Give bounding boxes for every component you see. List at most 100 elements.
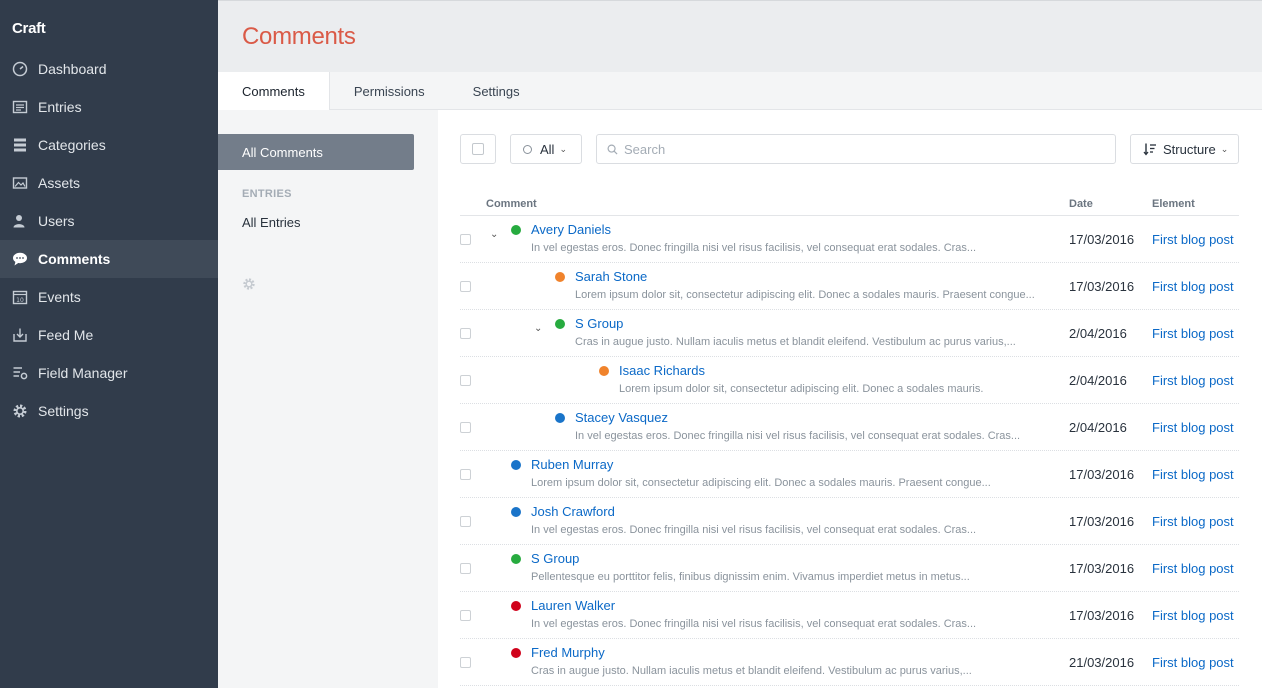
nav-item-comments[interactable]: Comments <box>0 240 218 278</box>
comment-date: 17/03/2016 <box>1069 279 1135 294</box>
table-row[interactable]: ⌄ S Group Cras in augue justo. Nullam iacu… <box>460 310 1239 357</box>
column-header-date[interactable]: Date <box>1069 198 1093 210</box>
table-row[interactable]: Josh Crawford In vel egestas eros. Donec … <box>460 498 1239 545</box>
source-sidebar: All Comments ENTRIES All Entries <box>218 110 438 688</box>
element-link[interactable]: First blog post <box>1152 232 1234 247</box>
nav-label: Feed Me <box>38 327 94 343</box>
brand-name[interactable]: Craft <box>12 20 46 37</box>
row-checkbox[interactable] <box>460 610 471 621</box>
comment-excerpt: Cras in augue justo. Nullam iaculis metu… <box>531 665 972 677</box>
tab-bar: Comments Permissions Settings <box>218 72 1262 111</box>
status-filter-menu[interactable]: All ⌄ <box>510 134 582 164</box>
comment-author-link[interactable]: Stacey Vasquez <box>575 410 668 425</box>
status-dot-icon <box>511 225 521 235</box>
comment-date: 17/03/2016 <box>1069 467 1135 482</box>
row-checkbox[interactable] <box>460 281 471 292</box>
table-row[interactable]: ⌄ Avery Daniels In vel egestas eros. Donec… <box>460 216 1239 263</box>
element-link[interactable]: First blog post <box>1152 655 1234 670</box>
element-link[interactable]: First blog post <box>1152 279 1234 294</box>
comment-excerpt: In vel egestas eros. Donec fringilla nis… <box>575 430 1021 442</box>
row-checkbox[interactable] <box>460 563 471 574</box>
element-link[interactable]: First blog post <box>1152 420 1234 435</box>
comment-excerpt: Lorem ipsum dolor sit, consectetur adipi… <box>619 383 984 395</box>
nav-item-feed-me[interactable]: Feed Me <box>0 316 218 354</box>
nav-label: Field Manager <box>38 365 128 381</box>
expand-toggle-chevron-icon[interactable]: ⌄ <box>490 229 498 240</box>
nav-item-field-manager[interactable]: Field Manager <box>0 354 218 392</box>
status-dot-icon <box>511 460 521 470</box>
source-all-comments[interactable]: All Comments <box>218 134 414 170</box>
row-checkbox[interactable] <box>460 328 471 339</box>
status-dot-icon <box>511 554 521 564</box>
page-title: Comments <box>242 23 356 50</box>
table-row[interactable]: Lauren Walker In vel egestas eros. Donec … <box>460 592 1239 639</box>
comment-author-link[interactable]: Josh Crawford <box>531 504 615 519</box>
entries-icon <box>12 99 28 115</box>
nav-label: Dashboard <box>38 61 107 77</box>
tab-permissions[interactable]: Permissions <box>330 72 449 110</box>
comment-author-link[interactable]: Fred Murphy <box>531 645 605 660</box>
table-row[interactable]: Sarah Stone Lorem ipsum dolor sit, consec… <box>460 263 1239 310</box>
nav-item-settings[interactable]: Settings <box>0 392 218 430</box>
tab-comments[interactable]: Comments <box>218 72 330 111</box>
element-link[interactable]: First blog post <box>1152 608 1234 623</box>
nav-item-entries[interactable]: Entries <box>0 88 218 126</box>
table-row[interactable]: Fred Murphy Cras in augue justo. Nullam i… <box>460 639 1239 686</box>
comment-author-link[interactable]: Lauren Walker <box>531 598 615 613</box>
comment-date: 17/03/2016 <box>1069 232 1135 247</box>
element-link[interactable]: First blog post <box>1152 373 1234 388</box>
sort-label: Structure <box>1163 141 1216 157</box>
toolbar: All ⌄ Structure ⌄ <box>460 134 1240 164</box>
search-box <box>596 134 1116 164</box>
row-checkbox[interactable] <box>460 469 471 480</box>
comment-excerpt: In vel egestas eros. Donec fringilla nis… <box>531 242 977 254</box>
page-header: Comments <box>218 0 1262 72</box>
comment-author-link[interactable]: Avery Daniels <box>531 222 611 237</box>
table-header: Comment Date Element <box>460 192 1239 216</box>
sort-menu[interactable]: Structure ⌄ <box>1130 134 1239 164</box>
expand-toggle-chevron-icon[interactable]: ⌄ <box>534 323 542 334</box>
comment-date: 21/03/2016 <box>1069 655 1135 670</box>
element-link[interactable]: First blog post <box>1152 561 1234 576</box>
nav-item-dashboard[interactable]: Dashboard <box>0 50 218 88</box>
column-header-element[interactable]: Element <box>1152 198 1195 210</box>
row-checkbox[interactable] <box>460 375 471 386</box>
table-row[interactable]: S Group Pellentesque eu porttitor felis, … <box>460 545 1239 592</box>
element-link[interactable]: First blog post <box>1152 467 1234 482</box>
column-header-comment[interactable]: Comment <box>486 198 537 210</box>
main-nav: Dashboard Entries Categories Assets User… <box>0 50 218 430</box>
comment-date: 2/04/2016 <box>1069 326 1127 341</box>
row-checkbox[interactable] <box>460 516 471 527</box>
comments-table: Comment Date Element ⌄ Avery Daniels In ve… <box>460 192 1239 686</box>
element-link[interactable]: First blog post <box>1152 326 1234 341</box>
tab-settings[interactable]: Settings <box>449 72 544 110</box>
events-icon: 10 <box>12 289 28 305</box>
table-row[interactable]: Stacey Vasquez In vel egestas eros. Donec… <box>460 404 1239 451</box>
comment-author-link[interactable]: Sarah Stone <box>575 269 647 284</box>
source-settings-gear-icon[interactable] <box>242 277 256 291</box>
source-all-entries[interactable]: All Entries <box>218 204 414 240</box>
select-all-checkbox[interactable] <box>460 134 496 164</box>
row-checkbox[interactable] <box>460 422 471 433</box>
comment-excerpt: In vel egestas eros. Donec fringilla nis… <box>531 618 977 630</box>
comment-date: 2/04/2016 <box>1069 420 1127 435</box>
search-input[interactable] <box>624 141 1104 157</box>
comments-icon <box>12 251 28 267</box>
table-row[interactable]: Ruben Murray Lorem ipsum dolor sit, conse… <box>460 451 1239 498</box>
comment-date: 17/03/2016 <box>1069 561 1135 576</box>
chevron-down-icon: ⌄ <box>559 143 567 154</box>
element-link[interactable]: First blog post <box>1152 514 1234 529</box>
nav-item-assets[interactable]: Assets <box>0 164 218 202</box>
comment-author-link[interactable]: S Group <box>531 551 579 566</box>
sidebar: Craft Dashboard Entries Categories Asset… <box>0 0 218 688</box>
nav-item-categories[interactable]: Categories <box>0 126 218 164</box>
nav-item-events[interactable]: 10 Events <box>0 278 218 316</box>
comment-author-link[interactable]: Ruben Murray <box>531 457 613 472</box>
comment-author-link[interactable]: S Group <box>575 316 623 331</box>
row-checkbox[interactable] <box>460 657 471 668</box>
row-checkbox[interactable] <box>460 234 471 245</box>
comment-author-link[interactable]: Isaac Richards <box>619 363 705 378</box>
comment-date: 17/03/2016 <box>1069 514 1135 529</box>
table-row[interactable]: Isaac Richards Lorem ipsum dolor sit, con… <box>460 357 1239 404</box>
nav-item-users[interactable]: Users <box>0 202 218 240</box>
